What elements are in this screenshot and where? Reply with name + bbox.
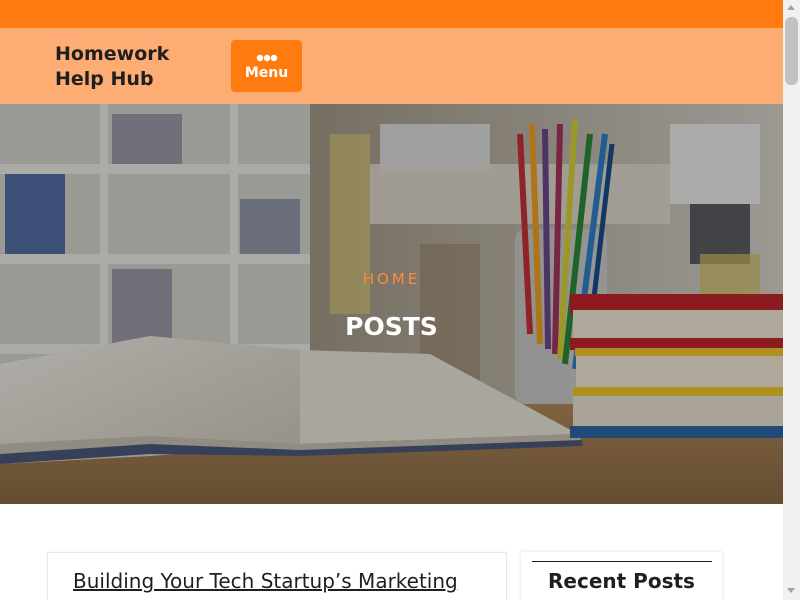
hero-background-image xyxy=(0,104,783,504)
recent-posts-widget: Recent Posts xyxy=(521,552,722,600)
scroll-down-arrow-icon[interactable] xyxy=(787,588,795,593)
main-content: Building Your Tech Startup’s Marketing V… xyxy=(0,504,783,600)
scrollbar-thumb[interactable] xyxy=(785,17,798,85)
menu-button[interactable]: Menu xyxy=(231,40,302,92)
breadcrumb-home-link[interactable]: HOME xyxy=(0,270,783,288)
web-page: Homework Help Hub Menu HOME POSTS Buildi… xyxy=(0,0,783,600)
site-title[interactable]: Homework Help Hub xyxy=(55,42,195,92)
post-card: Building Your Tech Startup’s Marketing V… xyxy=(47,552,507,600)
menu-label: Menu xyxy=(244,65,289,81)
top-accent-bar xyxy=(0,0,783,28)
dots-horizontal-icon xyxy=(231,49,302,62)
widget-divider xyxy=(532,561,712,562)
vertical-scrollbar[interactable] xyxy=(783,0,800,600)
widget-title: Recent Posts xyxy=(548,569,695,593)
post-title-link[interactable]: Building Your Tech Startup’s Marketing V… xyxy=(73,567,493,600)
scroll-up-arrow-icon[interactable] xyxy=(787,5,795,10)
site-header: Homework Help Hub Menu xyxy=(0,28,783,104)
browser-viewport: Homework Help Hub Menu HOME POSTS Buildi… xyxy=(0,0,800,600)
hero-banner: HOME POSTS xyxy=(0,104,783,504)
page-title: POSTS xyxy=(345,312,438,341)
